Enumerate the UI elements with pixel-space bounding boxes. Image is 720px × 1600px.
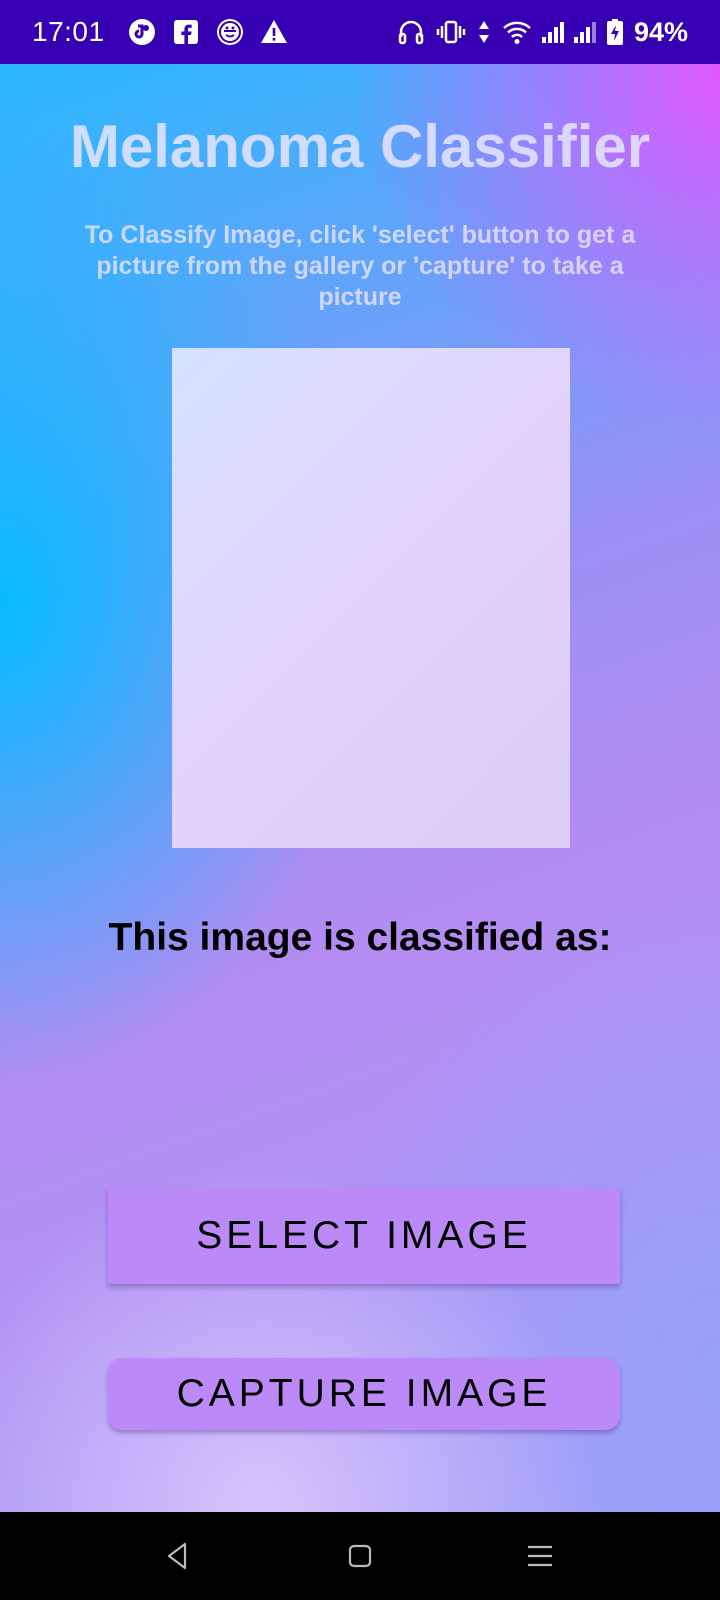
- battery-percent: 94%: [633, 16, 688, 47]
- nav-back-button[interactable]: [156, 1534, 200, 1578]
- navigation-bar: [0, 1512, 720, 1600]
- spy-icon: [216, 19, 243, 45]
- result-label: This image is classified as:: [108, 916, 612, 959]
- nav-home-button[interactable]: [338, 1534, 382, 1578]
- app-title: Melanoma Classifier: [69, 113, 651, 180]
- status-time: 17:01: [32, 16, 105, 47]
- signal-2-icon: [573, 22, 596, 43]
- notification-icons: [127, 17, 289, 47]
- vibrate-icon: [436, 20, 466, 44]
- back-icon: [167, 1542, 187, 1570]
- warning-icon: [260, 20, 287, 43]
- image-preview: [172, 348, 570, 848]
- app-content: Melanoma Classifier To Classify Image, c…: [0, 64, 720, 1512]
- facebook-icon: [173, 20, 198, 44]
- status-bar: 17:01 94%: [0, 0, 720, 64]
- capture-image-button[interactable]: CAPTURE IMAGE: [108, 1358, 620, 1430]
- headphones-icon: [398, 20, 424, 45]
- screen: 17:01 94% Melanoma Classifier To Classif…: [0, 0, 720, 1600]
- nav-recents-button[interactable]: [518, 1534, 562, 1578]
- data-arrows-icon: [478, 21, 489, 43]
- signal-1-icon: [541, 22, 564, 43]
- battery-charging-icon: [606, 19, 623, 45]
- tiktok-icon: [128, 19, 155, 45]
- recents-icon: [528, 1545, 552, 1567]
- select-image-button[interactable]: SELECT IMAGE: [108, 1188, 620, 1284]
- instructions-text: To Classify Image, click 'select' button…: [84, 221, 636, 311]
- home-icon: [348, 1544, 372, 1568]
- wifi-icon: [503, 21, 531, 44]
- system-icons: 94%: [396, 17, 688, 48]
